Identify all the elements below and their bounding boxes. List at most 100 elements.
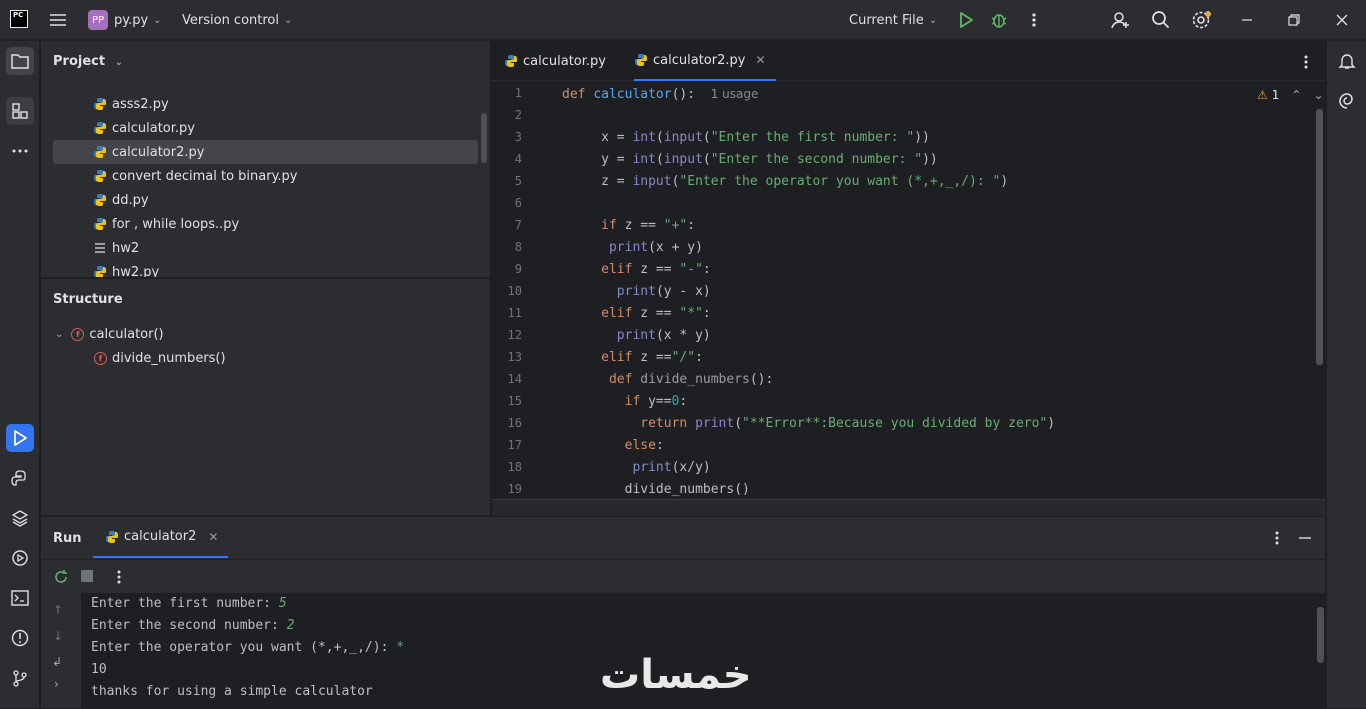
editor-tabs: calculator.py calculator2.py ✕ <box>492 41 1326 81</box>
more-vertical-icon <box>1275 531 1279 545</box>
code-text: y== <box>640 394 672 409</box>
vcs-label: Version control <box>182 12 279 28</box>
hide-panel-button[interactable] <box>1297 529 1313 551</box>
line-gutter: 1234567891011121314151617181920 <box>492 83 558 518</box>
string: "*" <box>679 306 703 321</box>
chevron-up-icon[interactable]: ⌃ <box>1291 88 1301 102</box>
python-file-icon <box>94 194 106 206</box>
keyword: return <box>640 416 688 431</box>
vcs-selector[interactable]: Version control ⌄ <box>182 0 292 40</box>
rerun-button[interactable] <box>53 569 69 589</box>
run-tab-calculator2[interactable]: calculator2 ✕ <box>93 517 229 558</box>
chevron-down-icon: ⌄ <box>284 14 293 26</box>
close-tab-icon[interactable]: ✕ <box>755 53 765 67</box>
debug-button[interactable] <box>990 0 1008 40</box>
close-tab-icon[interactable]: ✕ <box>208 530 218 544</box>
run-tool-button[interactable] <box>6 424 34 452</box>
python-file-icon <box>94 122 106 134</box>
services-button[interactable] <box>6 544 34 572</box>
tree-item[interactable]: asss2 <box>53 82 478 90</box>
run-panel-title: Run <box>53 531 82 546</box>
code-with-me-button[interactable] <box>1111 0 1131 40</box>
editor-scrollbar[interactable] <box>1316 109 1323 365</box>
tree-item-selected[interactable]: calculator2.py <box>53 140 478 164</box>
tree-item[interactable]: hw2.py <box>53 260 478 277</box>
stop-icon[interactable] <box>81 570 93 582</box>
close-window-button[interactable] <box>1335 0 1349 40</box>
code-text: ) <box>1000 174 1009 189</box>
run-config-selector[interactable]: Current File ⌄ <box>849 0 937 40</box>
code-area[interactable]: def calculator(): 1 usage x = int(input(… <box>562 83 1312 516</box>
chevron-down-icon: ⌄ <box>928 14 938 26</box>
search-button[interactable] <box>1151 0 1171 40</box>
soft-wrap-icon[interactable]: ↲ <box>52 655 62 669</box>
line-number: 13 <box>507 350 522 364</box>
minimize-button[interactable] <box>1240 0 1254 40</box>
python-console-button[interactable] <box>6 464 34 492</box>
string: "Enter the operator you want (*,+,_,/): … <box>679 174 1001 189</box>
scroll-up-icon[interactable]: ↑ <box>53 603 63 617</box>
more-tools-button[interactable] <box>6 137 34 165</box>
editor-scroll-edge <box>492 499 1326 516</box>
more-actions-button[interactable] <box>1028 0 1040 40</box>
notifications-button[interactable] <box>1333 47 1361 75</box>
tab-calculator[interactable]: calculator.py <box>504 41 606 81</box>
restore-icon <box>1288 14 1300 26</box>
warning-circle-icon <box>11 629 29 647</box>
console-line: 10 <box>91 659 107 681</box>
structure-item-calculator[interactable]: ⌄ f calculator() <box>55 327 164 342</box>
python-packages-button[interactable] <box>6 504 34 532</box>
run-icon <box>14 430 27 446</box>
builtin: int <box>632 152 656 167</box>
python-file-icon <box>94 98 106 110</box>
expand-icon[interactable]: › <box>54 677 59 691</box>
ai-assistant-button[interactable] <box>1333 87 1361 115</box>
project-tool-button[interactable] <box>6 47 34 75</box>
run-panel-more-button[interactable] <box>1271 529 1283 551</box>
project-name: py.py <box>114 12 149 28</box>
inspection-widget[interactable]: ⚠ 1 ⌃ ⌄ <box>1257 88 1324 102</box>
text-file-icon <box>95 243 105 253</box>
line-number: 1 <box>514 86 522 100</box>
tab-calculator2[interactable]: calculator2.py ✕ <box>634 41 776 81</box>
tree-item[interactable]: asss2.py <box>53 92 478 116</box>
code-text: : <box>695 350 703 365</box>
settings-button[interactable] <box>1191 0 1213 40</box>
usage-hint[interactable]: 1 usage <box>711 87 759 101</box>
problems-button[interactable] <box>6 624 34 652</box>
tree-item[interactable]: dd.py <box>53 188 478 212</box>
python-file-icon <box>505 55 517 67</box>
editor-more-button[interactable] <box>1300 53 1312 75</box>
project-selector[interactable]: PP py.py ⌄ <box>88 0 162 40</box>
run-button[interactable] <box>957 0 975 40</box>
main-menu-button[interactable] <box>48 0 68 40</box>
string: "+" <box>663 218 688 233</box>
version-control-button[interactable] <box>6 664 34 692</box>
tree-item[interactable]: for , while loops..py <box>53 212 478 236</box>
keyword: if <box>601 218 617 233</box>
scroll-down-icon[interactable]: ↓ <box>53 629 63 643</box>
string: "Enter the second number: " <box>710 152 923 167</box>
file-name: hw2.py <box>112 264 160 278</box>
file-name: asss2 <box>112 82 149 86</box>
structure-item-divide-numbers[interactable]: f divide_numbers() <box>94 351 226 366</box>
run-toolbar-more-button[interactable] <box>113 568 125 590</box>
keyword: elif <box>601 350 633 365</box>
structure-tool-button[interactable] <box>6 97 34 125</box>
project-panel-header[interactable]: Project ⌄ <box>53 54 123 69</box>
tree-item[interactable]: calculator.py <box>53 116 478 140</box>
console-scrollbar[interactable] <box>1317 607 1324 663</box>
restore-button[interactable] <box>1287 0 1301 40</box>
tree-item[interactable]: hw2 <box>53 236 478 260</box>
code-text: z == <box>632 350 672 365</box>
code-text: )) <box>922 152 938 167</box>
chevron-down-icon[interactable]: ⌄ <box>1313 88 1323 102</box>
keyword: def <box>562 87 586 102</box>
builtin: print <box>616 284 656 299</box>
tree-item[interactable]: convert decimal to binary.py <box>53 164 478 188</box>
structure-item-label: calculator() <box>89 327 164 342</box>
terminal-button[interactable] <box>6 584 34 612</box>
keyword: def <box>608 372 633 387</box>
code-text: (x/y) <box>671 460 711 475</box>
